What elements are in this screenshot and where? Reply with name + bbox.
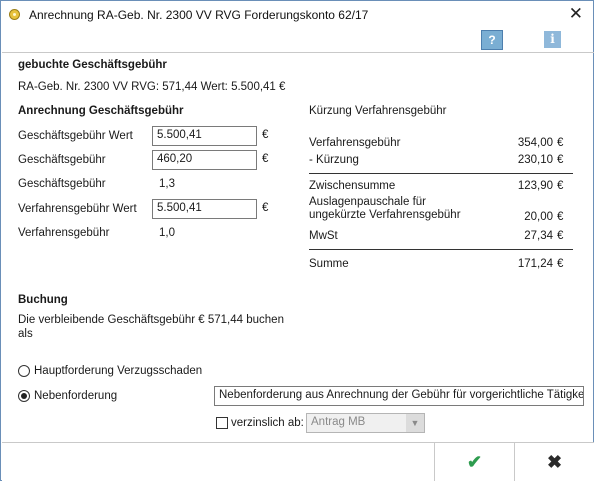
info-icon[interactable]: i (544, 31, 561, 48)
reduction-label: MwSt (309, 230, 338, 242)
booking-text: als (18, 328, 33, 340)
reduction-label: Auslagenpauschale für ungekürzte Verfahr… (309, 196, 461, 221)
radio-side-claim[interactable] (18, 390, 30, 402)
currency-label: € (557, 230, 564, 242)
dialog-window: Anrechnung RA-Geb. Nr. 2300 VV RVG Forde… (0, 0, 594, 481)
ok-button[interactable]: ✔ (434, 443, 514, 481)
window-title: Anrechnung RA-Geb. Nr. 2300 VV RVG Forde… (29, 8, 369, 22)
booked-summary: RA-Geb. Nr. 2300 VV RVG: 571,44 Wert: 5.… (18, 81, 286, 93)
chevron-down-icon: ▼ (406, 414, 424, 432)
currency-label: € (262, 153, 269, 165)
reduction-label: Zwischensumme (309, 180, 396, 192)
gg-value-input[interactable]: 5.500,41 (152, 126, 257, 146)
reduction-value: 354,00 (517, 137, 553, 149)
reduction-value: 123,90 (517, 180, 553, 192)
reduction-value: 230,10 (517, 154, 553, 166)
vg-value-label: Verfahrensgebühr Wert (18, 203, 137, 215)
currency-label: € (557, 211, 564, 223)
interest-label[interactable]: verzinslich ab: (231, 417, 304, 429)
currency-label: € (262, 202, 269, 214)
gg-label: Geschäftsgebühr (18, 154, 106, 166)
cancel-button[interactable]: ✖ (514, 443, 594, 481)
booking-text: Die verbleibende Geschäftsgebühr € 571,4… (18, 314, 284, 326)
radio-main-claim[interactable] (18, 365, 30, 377)
credit-heading: Anrechnung Geschäftsgebühr (18, 105, 184, 117)
vg-value-input[interactable]: 5.500,41 (152, 199, 257, 219)
vg-factor-label: Verfahrensgebühr (18, 227, 110, 239)
reduction-label: Summe (309, 258, 349, 270)
gg-factor-value: 1,3 (159, 178, 175, 190)
radio-main-claim-label[interactable]: Hauptforderung Verzugsschaden (34, 365, 202, 377)
currency-label: € (557, 180, 564, 192)
booking-heading: Buchung (18, 294, 68, 306)
toolbar: ? i (2, 29, 594, 51)
currency-label: € (557, 258, 564, 270)
close-icon: ✖ (546, 452, 563, 472)
reduction-label: Verfahrensgebühr (309, 137, 401, 149)
sum-rule (309, 173, 573, 174)
interest-date-select[interactable]: Antrag MB ▼ (306, 413, 425, 433)
currency-label: € (557, 137, 564, 149)
checkmark-icon: ✔ (466, 452, 483, 472)
gg-fee-input[interactable]: 460,20 (152, 150, 257, 170)
app-icon (9, 9, 20, 20)
reduction-label: - Kürzung (309, 154, 359, 166)
interest-checkbox[interactable] (216, 417, 228, 429)
side-claim-text-input[interactable]: Nebenforderung aus Anrechnung der Gebühr… (214, 386, 584, 406)
currency-label: € (557, 154, 564, 166)
gg-factor-label: Geschäftsgebühr (18, 178, 106, 190)
footer-bar: ✔ ✖ (2, 442, 594, 481)
gg-value-label: Geschäftsgebühr Wert (18, 130, 133, 142)
booked-heading: gebuchte Geschäftsgebühr (18, 59, 167, 71)
divider (2, 52, 594, 53)
title-bar: Anrechnung RA-Geb. Nr. 2300 VV RVG Forde… (1, 1, 593, 29)
radio-side-claim-label[interactable]: Nebenforderung (34, 390, 117, 402)
interest-date-value: Antrag MB (311, 416, 366, 428)
sum-rule (309, 249, 573, 250)
reduction-value: 20,00 (524, 211, 553, 223)
reduction-value: 27,34 (524, 230, 553, 242)
reduction-heading: Kürzung Verfahrensgebühr (309, 105, 447, 117)
reduction-value: 171,24 (517, 258, 553, 270)
close-button[interactable]: ✕ (569, 4, 583, 24)
help-icon[interactable]: ? (481, 30, 503, 50)
currency-label: € (262, 129, 269, 141)
vg-factor-value: 1,0 (159, 227, 175, 239)
